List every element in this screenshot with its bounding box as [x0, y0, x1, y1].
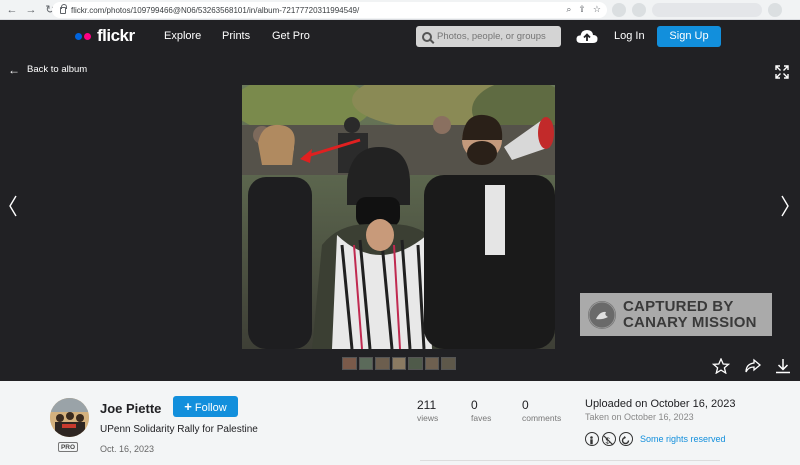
cc-attribution-icon: [585, 432, 599, 446]
comments-count: 0: [522, 398, 529, 412]
extension-icon[interactable]: [632, 3, 646, 17]
nav-explore[interactable]: Explore: [164, 30, 201, 42]
thumbnail[interactable]: [424, 357, 439, 370]
thumbnail[interactable]: [358, 357, 373, 370]
photo-info-panel: PRO Joe Piette + Follow UPenn Solidarity …: [0, 381, 800, 465]
browser-toolbar: ← → ↻ flickr.com/photos/109799466@N06/53…: [0, 0, 800, 20]
photo-illustration: [242, 85, 555, 349]
author-avatar[interactable]: [50, 398, 89, 437]
profile-pill[interactable]: [652, 3, 762, 17]
thumbnail[interactable]: [375, 357, 390, 370]
lock-icon: [60, 3, 67, 14]
thumbnail[interactable]: [441, 357, 456, 370]
fullscreen-icon[interactable]: [775, 65, 789, 79]
bookmark-star-icon[interactable]: ☆: [593, 4, 601, 15]
cc-sharealike-icon: [619, 432, 633, 446]
previous-photo-icon[interactable]: [8, 194, 18, 218]
address-bar[interactable]: flickr.com/photos/109799466@N06/53263568…: [52, 2, 607, 18]
site-header: flickr Explore Prints Get Pro Log In Sig…: [0, 20, 800, 53]
favorite-star-icon[interactable]: [712, 358, 730, 374]
faves-label: faves: [471, 413, 492, 423]
comments-label: comments: [522, 413, 562, 423]
stat-comments: 0 comments: [522, 398, 561, 423]
faves-count: 0: [471, 398, 478, 412]
cc-noncommercial-icon: $: [602, 432, 616, 446]
url-text: flickr.com/photos/109799466@N06/53263568…: [71, 5, 360, 15]
follow-button[interactable]: + Follow: [173, 396, 238, 417]
license-icons[interactable]: $: [585, 432, 633, 446]
back-label: Back to album: [27, 64, 88, 75]
views-count: 211: [417, 398, 437, 412]
author-name[interactable]: Joe Piette: [100, 401, 161, 416]
share-arrow-icon[interactable]: [744, 358, 762, 374]
divider: [420, 460, 720, 461]
nav-get-pro[interactable]: Get Pro: [272, 30, 310, 42]
stat-faves: 0 faves: [471, 398, 491, 423]
photo-title: UPenn Solidarity Rally for Palestine: [100, 424, 258, 435]
download-icon[interactable]: [774, 358, 792, 374]
photo-viewer: ← Back to album CAPTURED BY CANARY MISSI…: [0, 53, 800, 381]
main-photo[interactable]: [242, 85, 555, 349]
nav-prints[interactable]: Prints: [222, 30, 250, 42]
zoom-icon[interactable]: ⌕: [566, 4, 571, 15]
stat-views: 211 views: [417, 398, 438, 423]
logo-pink-dot: [84, 32, 91, 40]
logo-text: flickr: [97, 26, 135, 45]
canary-bird-logo: [588, 300, 616, 329]
menu-icon[interactable]: [768, 3, 782, 17]
flickr-logo[interactable]: flickr: [75, 26, 135, 46]
thumbnail[interactable]: [391, 357, 406, 370]
browser-forward-icon[interactable]: →: [24, 3, 38, 17]
login-link[interactable]: Log In: [614, 30, 645, 42]
taken-date: Taken on October 16, 2023: [585, 412, 694, 422]
upload-cloud-icon[interactable]: [576, 29, 598, 44]
search-input[interactable]: [437, 31, 552, 42]
uploaded-date: Uploaded on October 16, 2023: [585, 398, 736, 410]
back-to-album-link[interactable]: ← Back to album: [8, 62, 88, 77]
views-label: views: [417, 413, 439, 423]
arrow-left-icon: ←: [8, 62, 20, 77]
thumbnail[interactable]: [342, 357, 357, 370]
photo-date: Oct. 16, 2023: [100, 444, 155, 454]
signup-button[interactable]: Sign Up: [657, 26, 721, 47]
watermark-line-1: CAPTURED BY: [623, 297, 734, 315]
share-icon[interactable]: ⇪: [578, 4, 586, 15]
follow-label: Follow: [194, 402, 227, 414]
thumbnail-strip: [342, 357, 456, 370]
extension-icon[interactable]: [612, 3, 626, 17]
logo-blue-dot: [75, 32, 82, 40]
thumbnail[interactable]: [408, 357, 423, 370]
watermark-line-2: CANARY MISSION: [623, 313, 757, 331]
search-box[interactable]: [416, 26, 561, 47]
canary-mission-watermark: CAPTURED BY CANARY MISSION: [580, 293, 772, 336]
rights-link[interactable]: Some rights reserved: [640, 434, 726, 444]
pro-badge: PRO: [58, 442, 78, 452]
next-photo-icon[interactable]: [780, 194, 790, 218]
browser-back-icon[interactable]: ←: [5, 3, 19, 17]
plus-icon: +: [184, 399, 192, 414]
search-icon: [422, 31, 432, 42]
